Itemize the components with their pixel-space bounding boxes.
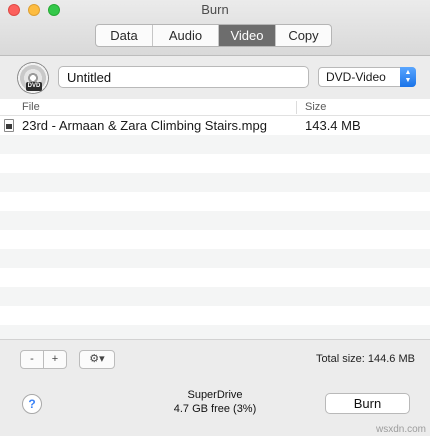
mode-tabs: Data Audio Video Copy bbox=[95, 24, 332, 47]
select-arrows-icon: ▲ ▼ bbox=[400, 67, 416, 87]
tab-video[interactable]: Video bbox=[219, 25, 276, 46]
tab-audio[interactable]: Audio bbox=[153, 25, 219, 46]
file-list[interactable]: File Size 23rd - Armaan & Zara Climbing … bbox=[0, 99, 430, 339]
column-header-size[interactable]: Size bbox=[305, 101, 326, 113]
title-bar: Burn Data Audio Video Copy bbox=[0, 0, 430, 56]
bottom-bar: - + ⚙▾ Total size: 144.6 MB ? SuperDrive… bbox=[0, 339, 430, 436]
list-header: File Size bbox=[0, 99, 430, 116]
burn-button[interactable]: Burn bbox=[325, 393, 410, 414]
video-file-icon bbox=[4, 119, 14, 132]
empty-row bbox=[0, 325, 430, 339]
add-file-button[interactable]: + bbox=[43, 350, 67, 369]
total-size-label: Total size: 144.6 MB bbox=[315, 353, 415, 365]
table-row[interactable]: 23rd - Armaan & Zara Climbing Stairs.mpg… bbox=[0, 116, 430, 135]
tab-copy[interactable]: Copy bbox=[276, 25, 331, 46]
watermark: wsxdn.com bbox=[375, 424, 426, 435]
window-title: Burn bbox=[201, 2, 229, 17]
disc-name-field[interactable] bbox=[58, 66, 309, 88]
empty-row bbox=[0, 268, 430, 287]
empty-row bbox=[0, 211, 430, 230]
column-divider bbox=[296, 101, 297, 114]
remove-file-button[interactable]: - bbox=[20, 350, 44, 369]
empty-row bbox=[0, 287, 430, 306]
file-size: 143.4 MB bbox=[305, 118, 361, 133]
column-header-file[interactable]: File bbox=[22, 101, 40, 113]
file-name: 23rd - Armaan & Zara Climbing Stairs.mpg bbox=[22, 118, 267, 133]
format-select[interactable]: DVD-Video ▲ ▼ bbox=[318, 67, 416, 87]
dvd-badge: DVD bbox=[26, 82, 42, 91]
empty-row bbox=[0, 306, 430, 325]
gear-menu-button[interactable]: ⚙▾ bbox=[79, 350, 115, 369]
empty-row bbox=[0, 230, 430, 249]
format-select-value: DVD-Video bbox=[326, 70, 386, 84]
empty-row bbox=[0, 249, 430, 268]
burn-window: Burn Data Audio Video Copy DVD DVD-Video… bbox=[0, 0, 430, 436]
list-rows: 23rd - Armaan & Zara Climbing Stairs.mpg… bbox=[0, 116, 430, 339]
empty-row bbox=[0, 173, 430, 192]
empty-row bbox=[0, 192, 430, 211]
empty-row bbox=[0, 135, 430, 154]
tab-data[interactable]: Data bbox=[96, 25, 153, 46]
empty-row bbox=[0, 154, 430, 173]
